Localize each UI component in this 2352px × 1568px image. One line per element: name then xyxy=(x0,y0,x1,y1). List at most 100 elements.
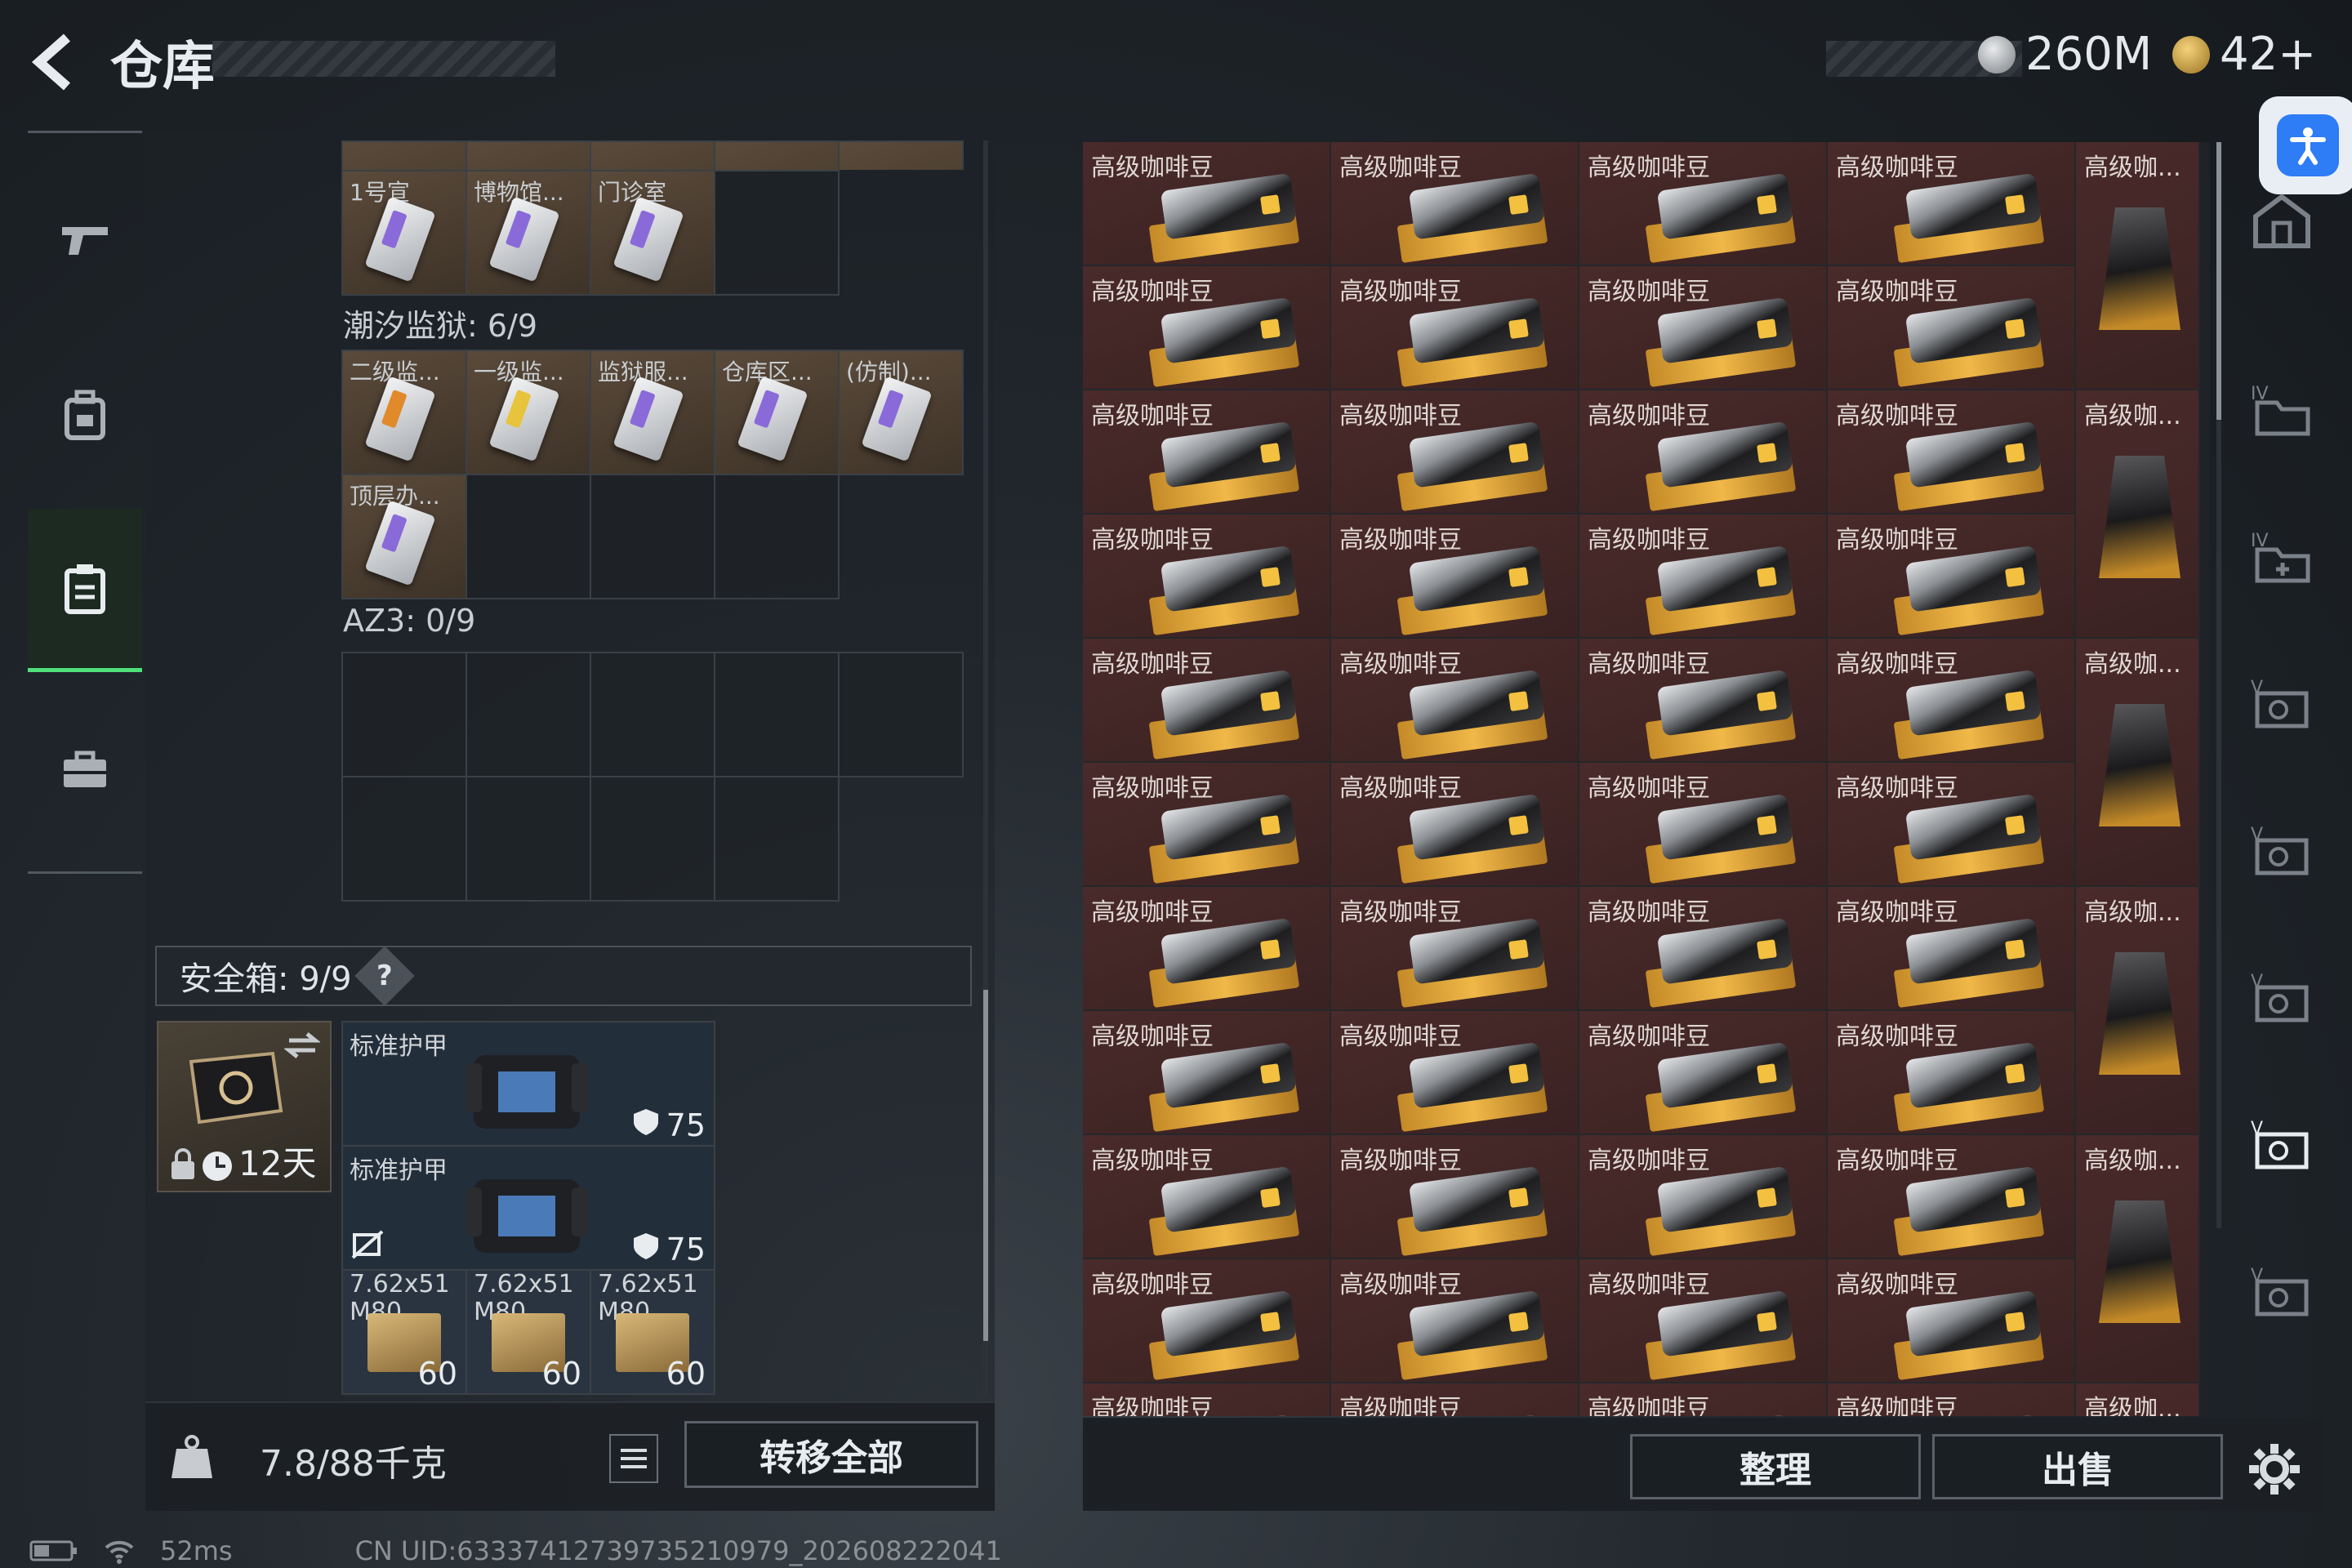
transfer-all-button[interactable]: 转移全部 xyxy=(684,1421,978,1488)
coffee-bean-item[interactable]: 高级咖啡豆 xyxy=(1828,887,2076,1011)
coffee-bean-item[interactable]: 高级咖啡豆 xyxy=(1331,1383,1579,1416)
coffee-bean-item-tall[interactable]: 高级咖... xyxy=(2076,390,2200,639)
nav-backpack[interactable] xyxy=(28,333,142,497)
coffee-bean-item[interactable]: 高级咖啡豆 xyxy=(1083,1383,1331,1416)
coffee-bean-item[interactable]: 高级咖啡豆 xyxy=(1579,1259,1828,1383)
empty-slot[interactable] xyxy=(591,653,715,777)
ammo-item[interactable]: 7.62x51 M80 60 xyxy=(591,1271,715,1395)
keycard-slot[interactable]: (仿制)... xyxy=(840,351,964,475)
ammo-item[interactable]: 7.62x51 M80 60 xyxy=(467,1271,591,1395)
coffee-bean-item[interactable]: 高级咖啡豆 xyxy=(1828,142,2076,266)
empty-slot[interactable] xyxy=(467,475,591,599)
warehouse-tab-v-1[interactable]: V xyxy=(2241,662,2323,743)
back-button[interactable] xyxy=(24,29,90,95)
coffee-bean-item[interactable]: 高级咖啡豆 xyxy=(1083,514,1331,639)
nav-warehouse[interactable] xyxy=(28,509,142,672)
keycard-slot[interactable]: 顶层办... xyxy=(343,475,467,599)
coffee-bean-item[interactable]: 高级咖啡豆 xyxy=(1331,266,1579,390)
sort-button[interactable]: 整理 xyxy=(1630,1434,1921,1499)
coffee-bean-item[interactable]: 高级咖啡豆 xyxy=(1331,1011,1579,1135)
coffee-bean-item[interactable]: 高级咖啡豆 xyxy=(1828,1135,2076,1259)
empty-slot[interactable] xyxy=(343,777,467,902)
coffee-bean-item[interactable]: 高级咖啡豆 xyxy=(1331,763,1579,887)
warehouse-tab-iv-a[interactable]: IV xyxy=(2241,368,2323,449)
keycard-slot[interactable]: 监狱服... xyxy=(591,351,715,475)
coffee-bean-item[interactable]: 高级咖啡豆 xyxy=(1083,1135,1331,1259)
coffee-bean-item-tall[interactable]: 高级咖... xyxy=(2076,1383,2200,1416)
coffee-bean-item[interactable]: 高级咖啡豆 xyxy=(1083,142,1331,266)
empty-slot[interactable] xyxy=(591,475,715,599)
coffee-bean-item[interactable]: 高级咖啡豆 xyxy=(1579,887,1828,1011)
warehouse-tab-main[interactable] xyxy=(2241,180,2323,261)
keycard-slot[interactable]: 博物馆... xyxy=(467,172,591,296)
coffee-bean-item[interactable]: 高级咖啡豆 xyxy=(1828,266,2076,390)
keycard-slot[interactable]: 1号宣 xyxy=(343,172,467,296)
coffee-bean-item[interactable]: 高级咖啡豆 xyxy=(1083,887,1331,1011)
grid-cell[interactable] xyxy=(840,142,964,170)
empty-slot[interactable] xyxy=(715,172,840,296)
coffee-bean-item[interactable]: 高级咖啡豆 xyxy=(1331,639,1579,763)
empty-slot[interactable] xyxy=(715,777,840,902)
coffee-bean-item[interactable]: 高级咖啡豆 xyxy=(1083,639,1331,763)
warehouse-tab-v-5[interactable]: V xyxy=(2241,1250,2323,1331)
empty-slot[interactable] xyxy=(467,777,591,902)
help-button[interactable]: ? xyxy=(354,946,415,1006)
list-view-button[interactable] xyxy=(609,1434,658,1483)
settings-button[interactable] xyxy=(2246,1441,2303,1498)
coffee-bean-item[interactable]: 高级咖啡豆 xyxy=(1083,1011,1331,1135)
warehouse-tab-v-active[interactable]: V xyxy=(2241,1102,2323,1184)
coffee-bean-item[interactable]: 高级咖啡豆 xyxy=(1083,763,1331,887)
coffee-bean-item[interactable]: 高级咖啡豆 xyxy=(1083,266,1331,390)
coffee-bean-item-tall[interactable]: 高级咖... xyxy=(2076,639,2200,887)
coffee-bean-item[interactable]: 高级咖啡豆 xyxy=(1828,1259,2076,1383)
coffee-bean-item[interactable]: 高级咖啡豆 xyxy=(1083,390,1331,514)
warehouse-tab-iv-b[interactable]: IV xyxy=(2241,514,2323,596)
coffee-bean-item[interactable]: 高级咖啡豆 xyxy=(1083,1259,1331,1383)
coffee-bean-item[interactable]: 高级咖啡豆 xyxy=(1579,514,1828,639)
empty-slot[interactable] xyxy=(343,653,467,777)
right-scrollbar[interactable] xyxy=(2216,142,2221,1228)
empty-slot[interactable] xyxy=(591,777,715,902)
keycard-slot[interactable]: 门诊室 xyxy=(591,172,715,296)
warehouse-tab-v-2[interactable]: V xyxy=(2241,808,2323,890)
coffee-bean-item[interactable]: 高级咖啡豆 xyxy=(1579,1135,1828,1259)
coffee-bean-item[interactable]: 高级咖啡豆 xyxy=(1828,763,2076,887)
scrollbar-thumb[interactable] xyxy=(2216,142,2221,420)
ammo-item[interactable]: 7.62x51 M80 60 xyxy=(343,1271,467,1395)
coffee-bean-item[interactable]: 高级咖啡豆 xyxy=(1331,142,1579,266)
warehouse-tab-v-3[interactable]: V xyxy=(2241,956,2323,1037)
empty-slot[interactable] xyxy=(715,475,840,599)
grid-cell[interactable] xyxy=(467,142,591,170)
currency-premium[interactable]: 42+ xyxy=(2172,28,2316,81)
coffee-bean-item[interactable]: 高级咖啡豆 xyxy=(1579,1011,1828,1135)
nav-toolbox[interactable] xyxy=(28,688,142,852)
keycard-slot[interactable]: 仓库区... xyxy=(715,351,840,475)
coffee-bean-item-tall[interactable]: 高级咖... xyxy=(2076,142,2200,390)
empty-slot[interactable] xyxy=(715,653,840,777)
empty-slot[interactable] xyxy=(467,653,591,777)
grid-cell[interactable] xyxy=(715,142,840,170)
coffee-bean-item[interactable]: 高级咖啡豆 xyxy=(1579,266,1828,390)
safe-box-item[interactable]: 12天 xyxy=(157,1021,332,1192)
coffee-bean-item[interactable]: 高级咖啡豆 xyxy=(1828,1011,2076,1135)
keycard-slot[interactable]: 一级监... xyxy=(467,351,591,475)
armor-item[interactable]: 标准护甲 75 xyxy=(343,1022,715,1147)
coffee-bean-item[interactable]: 高级咖啡豆 xyxy=(1579,1383,1828,1416)
coffee-bean-item-tall[interactable]: 高级咖... xyxy=(2076,887,2200,1135)
coffee-bean-item[interactable]: 高级咖啡豆 xyxy=(1331,1135,1579,1259)
keycard-slot[interactable]: 二级监... xyxy=(343,351,467,475)
coffee-bean-item[interactable]: 高级咖啡豆 xyxy=(1828,514,2076,639)
sell-button[interactable]: 出售 xyxy=(1932,1434,2223,1499)
empty-slot[interactable] xyxy=(840,653,964,777)
scrollbar-thumb[interactable] xyxy=(983,990,988,1341)
coffee-bean-item[interactable]: 高级咖啡豆 xyxy=(1828,390,2076,514)
coffee-bean-item[interactable]: 高级咖啡豆 xyxy=(1579,763,1828,887)
coffee-bean-item[interactable]: 高级咖啡豆 xyxy=(1331,1259,1579,1383)
coffee-bean-item-tall[interactable]: 高级咖... xyxy=(2076,1135,2200,1383)
coffee-bean-item[interactable]: 高级咖啡豆 xyxy=(1579,142,1828,266)
grid-cell[interactable] xyxy=(343,142,467,170)
coffee-bean-item[interactable]: 高级咖啡豆 xyxy=(1579,390,1828,514)
armor-item[interactable]: 标准护甲 75 xyxy=(343,1147,715,1271)
coffee-bean-item[interactable]: 高级咖啡豆 xyxy=(1828,1383,2076,1416)
nav-weapons[interactable] xyxy=(28,158,142,321)
